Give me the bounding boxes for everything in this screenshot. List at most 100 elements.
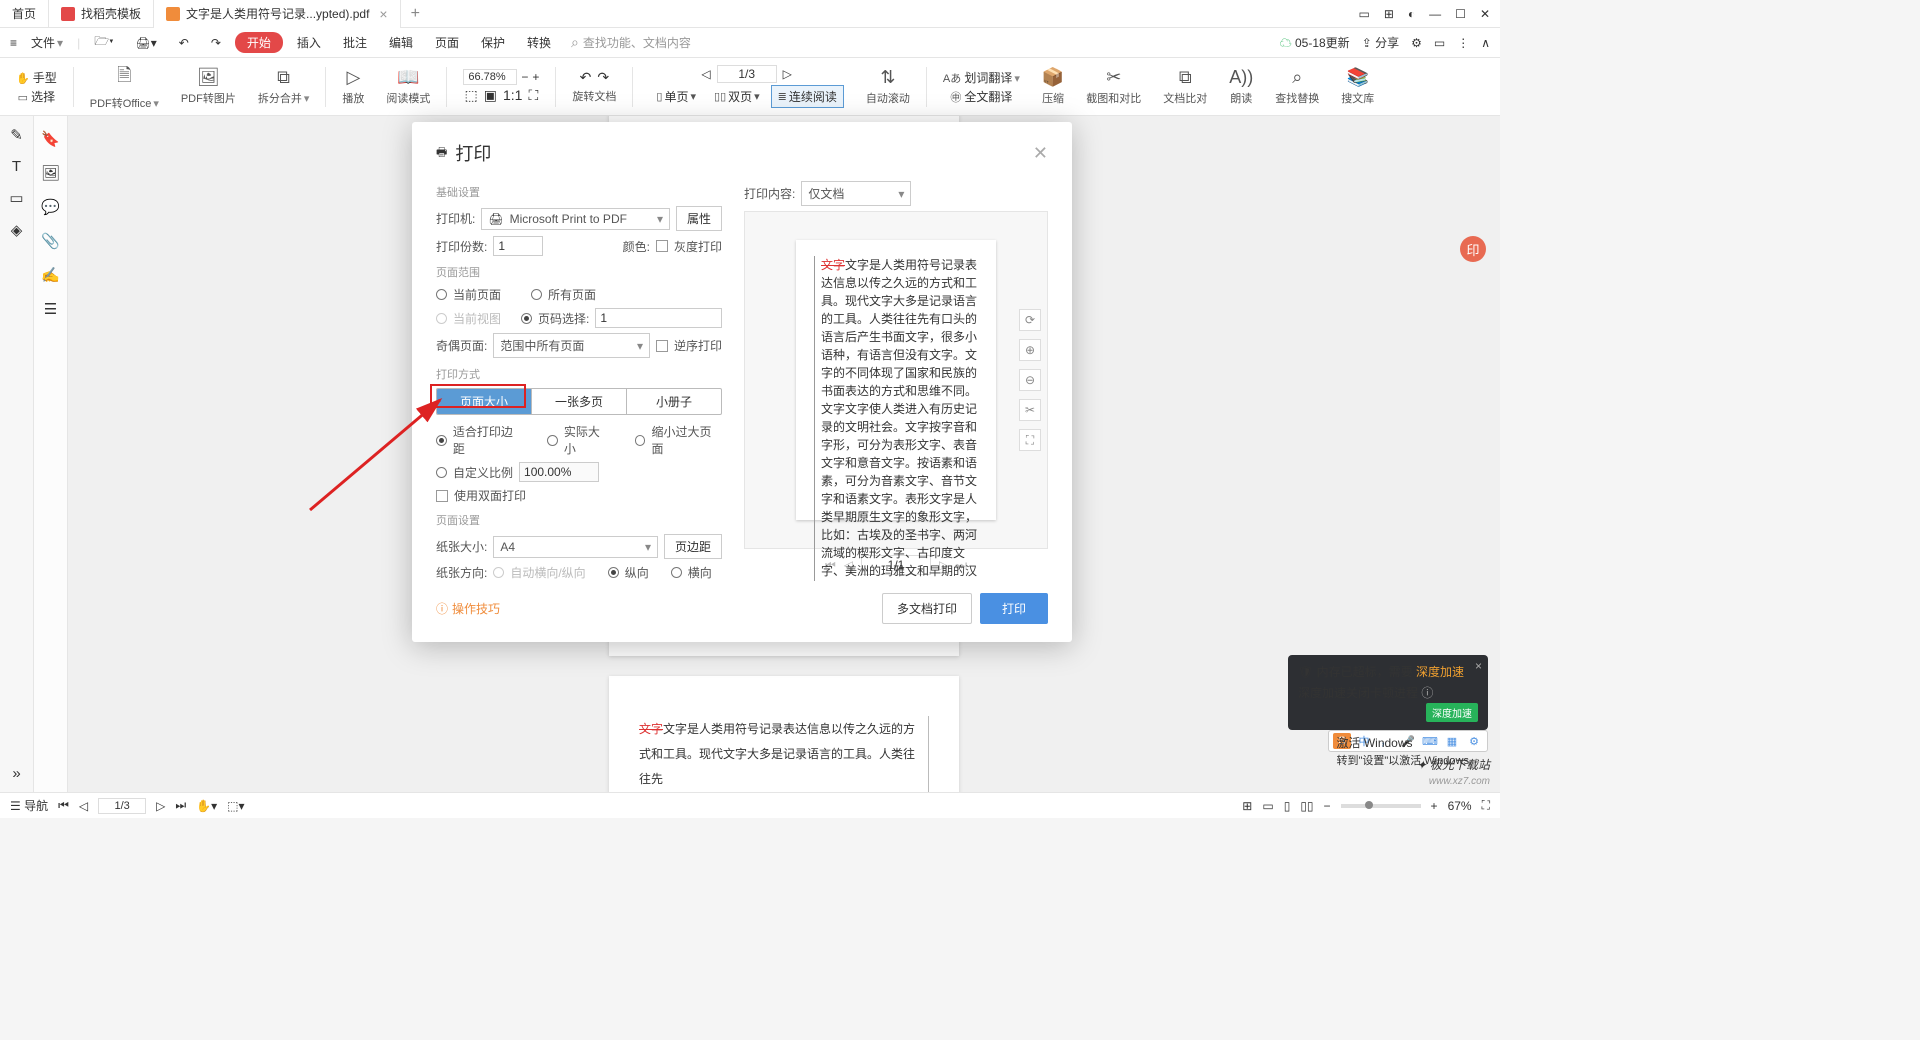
copies-input[interactable] (493, 236, 543, 256)
tool-play[interactable]: ▷播放 (336, 67, 370, 106)
first-page-icon[interactable]: ⏮ (58, 798, 69, 813)
close-icon[interactable]: × (379, 6, 387, 22)
text-tool-icon[interactable]: T (12, 158, 21, 175)
shapes-icon[interactable]: ✎ (10, 126, 23, 144)
actual-size-icon[interactable]: 1:1 (503, 87, 522, 104)
attachment-icon[interactable]: 📎 (41, 232, 60, 250)
window-icon[interactable]: ▭ (1434, 36, 1445, 50)
file-menu[interactable]: 文件 (23, 34, 71, 51)
tool-auto-scroll[interactable]: ⇅自动滚动 (860, 67, 916, 106)
sb-zoom-out[interactable]: − (1324, 799, 1331, 813)
search-input[interactable]: 查找功能、文档内容 (571, 34, 691, 51)
hamburger-icon[interactable]: ≡ (10, 36, 17, 50)
page-status-input[interactable] (98, 798, 146, 814)
printer-select[interactable]: 🖨 Microsoft Print to PDF (481, 208, 670, 230)
redo-icon[interactable]: ↷ (203, 36, 229, 50)
zoom-input[interactable] (463, 69, 517, 85)
radio-shrink[interactable] (635, 435, 646, 446)
view-continuous[interactable]: ≣ 连续阅读 (771, 85, 844, 108)
open-icon[interactable]: 🗁▾ (86, 32, 121, 53)
toast-action-button[interactable]: 深度加速 (1426, 703, 1478, 722)
page-input[interactable] (717, 65, 777, 83)
preview-refresh-icon[interactable]: ⟳ (1019, 309, 1041, 331)
page-tool-icon[interactable]: ▭ (9, 189, 23, 207)
radio-fit[interactable] (436, 435, 447, 446)
tool-compress[interactable]: 📦压缩 (1036, 67, 1070, 106)
view-single[interactable]: ▯ 单页▾ (649, 85, 703, 108)
hand-tool-icon[interactable]: ✋▾ (196, 799, 217, 813)
view-double[interactable]: ▯▯ 双页▾ (707, 85, 767, 108)
tab-template[interactable]: 找稻壳模板 (49, 0, 154, 28)
signature-icon[interactable]: ✍ (41, 266, 60, 284)
share-button[interactable]: ⇪ 分享 (1362, 34, 1399, 51)
rotate-right-icon[interactable]: ↷ (597, 69, 609, 86)
apps-icon[interactable]: ⊞ (1384, 7, 1394, 21)
tool-word-translate[interactable]: Aあ 划词翻译㊥ 全文翻译 (937, 69, 1026, 105)
sb-icon-2[interactable]: ▭ (1262, 799, 1273, 813)
avatar-icon[interactable]: ◐ (1408, 7, 1415, 21)
sb-expand-icon[interactable]: ⛶ (1482, 798, 1490, 813)
tab-add[interactable]: + (401, 5, 430, 23)
stack-icon[interactable]: ☰ (44, 300, 57, 318)
preview-crop-icon[interactable]: ✂ (1019, 399, 1041, 421)
radio-page-select[interactable] (521, 313, 532, 324)
tool-read-mode[interactable]: 📖阅读模式 (380, 67, 436, 106)
dialog-close-icon[interactable]: ✕ (1033, 143, 1048, 164)
preview-zoomout-icon[interactable]: ⊖ (1019, 369, 1041, 391)
tab-home[interactable]: 首页 (0, 0, 49, 28)
preview-zoomin-icon[interactable]: ⊕ (1019, 339, 1041, 361)
zoom-in-icon[interactable]: + (532, 70, 539, 84)
tool-find-replace[interactable]: ⌕查找替换 (1269, 67, 1325, 106)
marquee-icon[interactable]: ⬚▾ (227, 799, 244, 813)
toast-close-icon[interactable]: × (1475, 659, 1482, 673)
grayscale-checkbox[interactable] (656, 240, 668, 252)
sb-icon-1[interactable]: ⊞ (1242, 799, 1252, 813)
tips-link[interactable]: 操作技巧 (436, 600, 500, 617)
tool-to-office[interactable]: 🗎PDF转Office (84, 63, 165, 111)
menu-insert[interactable]: 插入 (289, 34, 329, 51)
menu-convert[interactable]: 转换 (519, 34, 559, 51)
odd-even-select[interactable]: 范围中所有页面 (493, 333, 650, 358)
tab-booklet[interactable]: 小册子 (627, 389, 721, 414)
fit-page-icon[interactable]: ▣ (484, 87, 497, 104)
print-button[interactable]: 打印 (980, 593, 1048, 624)
custom-scale-input[interactable] (519, 462, 599, 482)
duplex-checkbox[interactable] (436, 490, 448, 502)
float-button[interactable]: 印 (1460, 236, 1486, 262)
bookmark-icon[interactable]: 🔖 (41, 130, 60, 148)
thumbnail-icon[interactable]: 🖼 (41, 164, 60, 182)
tool-doc-lib[interactable]: 📚搜文库 (1335, 67, 1380, 106)
reverse-checkbox[interactable] (656, 340, 668, 352)
radio-current-page[interactable] (436, 289, 447, 300)
radio-custom-scale[interactable] (436, 467, 447, 478)
print-icon[interactable]: 🖨▾ (128, 36, 165, 50)
tool-read-aloud[interactable]: A))朗读 (1223, 67, 1259, 106)
maximize-icon[interactable]: ☐ (1455, 7, 1466, 21)
minimize-icon[interactable]: — (1429, 7, 1441, 21)
nav-toggle[interactable]: ☰ 导航 (10, 797, 48, 814)
next-page-icon[interactable]: ▷ (156, 799, 165, 813)
menu-protect[interactable]: 保护 (473, 34, 513, 51)
zoom-out-icon[interactable]: − (521, 70, 528, 84)
radio-all-pages[interactable] (531, 289, 542, 300)
tab-document[interactable]: 文字是人类用符号记录...ypted).pdf× (154, 0, 401, 28)
menu-page[interactable]: 页面 (427, 34, 467, 51)
settings-icon[interactable]: ⚙ (1411, 36, 1422, 50)
last-page-icon[interactable]: ⏭ (175, 798, 186, 813)
multi-doc-print-button[interactable]: 多文档打印 (882, 593, 972, 624)
cloud-update[interactable]: ☁ 05-18更新 (1280, 34, 1350, 51)
comment-icon[interactable]: 💬 (41, 198, 60, 216)
more-icon[interactable]: ⋮ (1457, 36, 1469, 50)
tool-to-image[interactable]: 🖼PDF转图片 (175, 67, 242, 106)
radio-actual[interactable] (547, 435, 558, 446)
sb-icon-4[interactable]: ▯▯ (1300, 799, 1313, 813)
prev-page-icon[interactable]: ◁ (701, 67, 710, 81)
sb-icon-3[interactable]: ▯ (1284, 799, 1291, 813)
tool-screenshot[interactable]: ✂截图和对比 (1080, 67, 1147, 106)
collapse-icon[interactable]: ∧ (1481, 36, 1490, 50)
radio-landscape[interactable] (671, 567, 682, 578)
tool-split-merge[interactable]: ⧉拆分合并 (252, 67, 316, 106)
menu-edit[interactable]: 编辑 (381, 34, 421, 51)
sb-zoom-in[interactable]: + (1431, 799, 1438, 813)
tool-hand-select[interactable]: ✋ 手型 ▭ 选择 (10, 69, 63, 105)
